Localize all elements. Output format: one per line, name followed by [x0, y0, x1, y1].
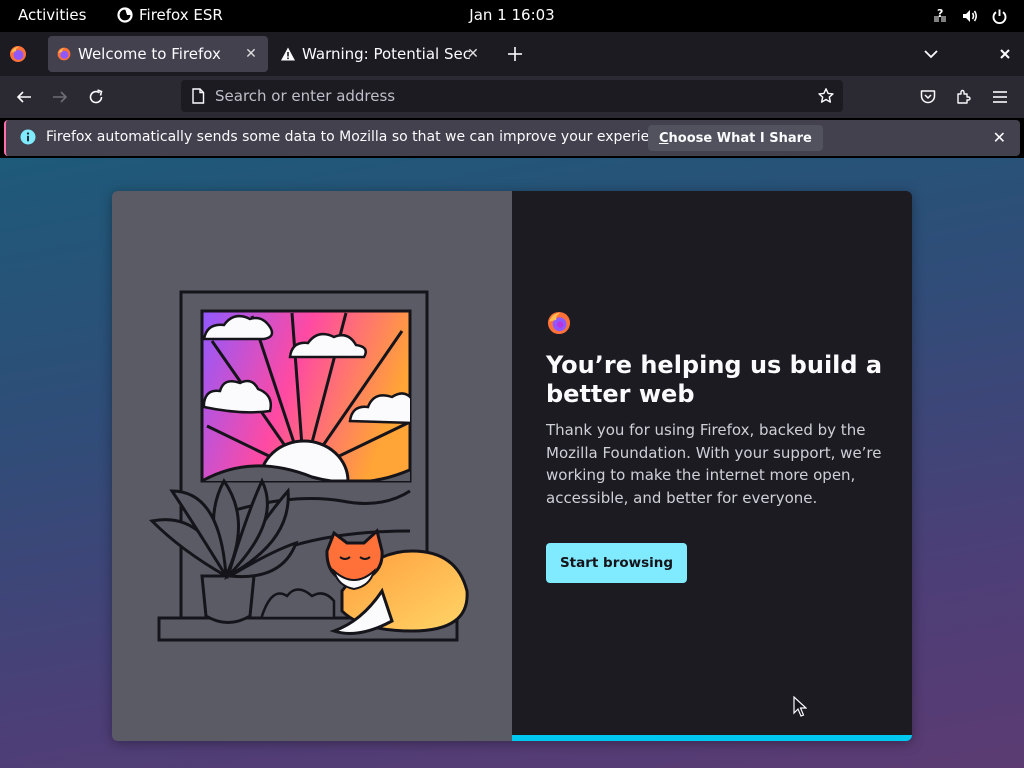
- page-icon: [192, 88, 205, 104]
- data-reporting-notification: Firefox automatically sends some data to…: [4, 120, 1020, 156]
- extensions-button[interactable]: [949, 82, 979, 112]
- welcome-card: You’re helping us build a better web Tha…: [112, 191, 912, 741]
- plus-icon: [508, 47, 522, 61]
- notification-message: Firefox automatically sends some data to…: [46, 129, 679, 145]
- choose-what-i-share-button[interactable]: Choose What I Share: [648, 125, 823, 151]
- system-top-bar: Activities Firefox ESR Jan 1 16:03 ?: [0, 0, 1024, 32]
- address-bar[interactable]: [181, 80, 843, 112]
- start-browsing-button[interactable]: Start browsing: [546, 543, 687, 583]
- clock[interactable]: Jan 1 16:03: [0, 6, 1024, 24]
- tab-label: Welcome to Firefox: [78, 45, 221, 63]
- pocket-button[interactable]: [913, 82, 943, 112]
- power-icon: [992, 9, 1007, 24]
- onboarding-progress-bar: [512, 735, 912, 741]
- chevron-down-icon: [924, 50, 938, 59]
- tab-label: Warning: Potential Securi: [302, 45, 470, 63]
- svg-text:?: ?: [937, 7, 943, 20]
- warning-icon: [281, 47, 295, 61]
- welcome-text-panel: You’re helping us build a better web Tha…: [512, 191, 912, 741]
- close-window-button[interactable]: [998, 46, 1012, 65]
- close-notification-button[interactable]: ✕: [993, 128, 1006, 147]
- welcome-body: Thank you for using Firefox, backed by t…: [546, 421, 882, 507]
- tab-welcome[interactable]: Welcome to Firefox ✕: [48, 36, 268, 72]
- firefox-logo-icon: [547, 311, 571, 335]
- page-content: You’re helping us build a better web Tha…: [0, 158, 1024, 768]
- close-tab-icon[interactable]: ✕: [464, 45, 482, 63]
- volume-icon: [963, 10, 978, 22]
- pocket-icon: [920, 90, 936, 104]
- system-tray[interactable]: ?: [931, 7, 1008, 25]
- button-label: hoose What I Share: [668, 130, 812, 146]
- back-button[interactable]: [9, 82, 39, 112]
- illustration-panel: [112, 191, 512, 741]
- reload-button[interactable]: [81, 82, 111, 112]
- tab-strip: Welcome to Firefox ✕ Warning: Potential …: [0, 32, 1024, 76]
- address-input[interactable]: [215, 80, 805, 112]
- firefox-logo-icon: [10, 46, 26, 62]
- firefox-view-button[interactable]: [8, 44, 28, 68]
- info-icon: [20, 129, 36, 145]
- star-icon: [818, 88, 834, 103]
- list-all-tabs-button[interactable]: [922, 46, 940, 65]
- puzzle-piece-icon: [957, 89, 971, 104]
- close-tab-icon[interactable]: ✕: [242, 45, 260, 63]
- mouse-cursor-icon: [793, 696, 807, 717]
- bookmark-star-button[interactable]: [817, 87, 835, 109]
- access-key-letter: C: [659, 130, 669, 146]
- hamburger-menu-icon: [993, 91, 1007, 103]
- reload-icon: [89, 89, 103, 104]
- firefox-icon: [57, 47, 71, 61]
- window-fox-illustration: [148, 290, 469, 642]
- forward-button[interactable]: [45, 82, 75, 112]
- welcome-title: You’re helping us build a better web: [546, 351, 883, 408]
- arrow-left-icon: [16, 91, 31, 103]
- arrow-right-icon: [53, 91, 68, 103]
- tab-warning[interactable]: Warning: Potential Securi ✕: [272, 36, 490, 72]
- app-menu-button[interactable]: [985, 82, 1015, 112]
- navigation-toolbar: [0, 76, 1024, 118]
- close-icon: [1000, 49, 1010, 59]
- network-unknown-icon: ?: [934, 7, 946, 22]
- new-tab-button[interactable]: [505, 40, 525, 68]
